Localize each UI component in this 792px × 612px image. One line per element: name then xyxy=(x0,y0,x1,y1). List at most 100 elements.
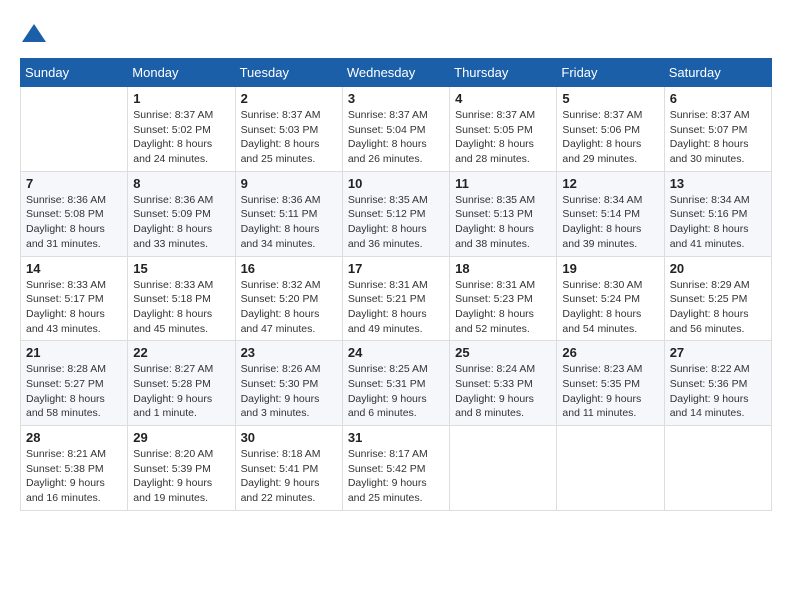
calendar-cell xyxy=(557,426,664,511)
day-number: 22 xyxy=(133,345,229,360)
calendar-cell xyxy=(450,426,557,511)
page-header xyxy=(20,20,772,48)
calendar-cell: 19Sunrise: 8:30 AMSunset: 5:24 PMDayligh… xyxy=(557,256,664,341)
day-number: 6 xyxy=(670,91,766,106)
day-number: 12 xyxy=(562,176,658,191)
day-header-wednesday: Wednesday xyxy=(342,59,449,87)
logo xyxy=(20,20,52,48)
day-info: Sunrise: 8:35 AMSunset: 5:13 PMDaylight:… xyxy=(455,193,551,252)
calendar-cell: 11 Sunrise: 8:35 AMSunset: 5:13 PMDayligh… xyxy=(450,171,557,256)
calendar-cell: 22 Sunrise: 8:27 AMSunset: 5:28 PMDayligh… xyxy=(128,341,235,426)
calendar-cell: 12 Sunrise: 8:34 AMSunset: 5:14 PMDayligh… xyxy=(557,171,664,256)
day-number: 31 xyxy=(348,430,444,445)
day-info: Sunrise: 8:37 AMSunset: 5:02 PMDaylight:… xyxy=(133,108,229,167)
calendar-cell: 8 Sunrise: 8:36 AMSunset: 5:09 PMDaylight… xyxy=(128,171,235,256)
calendar-cell: 25 Sunrise: 8:24 AMSunset: 5:33 PMDayligh… xyxy=(450,341,557,426)
day-info: Sunrise: 8:36 AMSunset: 5:09 PMDaylight:… xyxy=(133,193,229,252)
day-info: Sunrise: 8:34 AMSunset: 5:16 PMDaylight:… xyxy=(670,193,766,252)
day-info: Sunrise: 8:26 AMSunset: 5:30 PMDaylight:… xyxy=(241,362,337,421)
calendar-cell: 24 Sunrise: 8:25 AMSunset: 5:31 PMDayligh… xyxy=(342,341,449,426)
day-number: 15 xyxy=(133,261,229,276)
day-number: 17 xyxy=(348,261,444,276)
calendar-cell: 14Sunrise: 8:33 AMSunset: 5:17 PMDayligh… xyxy=(21,256,128,341)
calendar-cell: 9 Sunrise: 8:36 AMSunset: 5:11 PMDaylight… xyxy=(235,171,342,256)
calendar-cell: 3Sunrise: 8:37 AMSunset: 5:04 PMDaylight… xyxy=(342,87,449,172)
day-number: 29 xyxy=(133,430,229,445)
day-info: Sunrise: 8:37 AMSunset: 5:07 PMDaylight:… xyxy=(670,108,766,167)
day-number: 7 xyxy=(26,176,122,191)
day-number: 25 xyxy=(455,345,551,360)
calendar-cell: 7 Sunrise: 8:36 AMSunset: 5:08 PMDaylight… xyxy=(21,171,128,256)
calendar-cell: 29 Sunrise: 8:20 AMSunset: 5:39 PMDayligh… xyxy=(128,426,235,511)
day-info: Sunrise: 8:37 AMSunset: 5:06 PMDaylight:… xyxy=(562,108,658,167)
calendar-cell: 6 Sunrise: 8:37 AMSunset: 5:07 PMDaylight… xyxy=(664,87,771,172)
calendar-cell: 15 Sunrise: 8:33 AMSunset: 5:18 PMDayligh… xyxy=(128,256,235,341)
day-info: Sunrise: 8:36 AMSunset: 5:11 PMDaylight:… xyxy=(241,193,337,252)
day-number: 23 xyxy=(241,345,337,360)
week-row-3: 14Sunrise: 8:33 AMSunset: 5:17 PMDayligh… xyxy=(21,256,772,341)
day-header-friday: Friday xyxy=(557,59,664,87)
calendar-cell xyxy=(21,87,128,172)
calendar-cell: 18 Sunrise: 8:31 AMSunset: 5:23 PMDayligh… xyxy=(450,256,557,341)
day-info: Sunrise: 8:32 AMSunset: 5:20 PMDaylight:… xyxy=(241,278,337,337)
day-number: 2 xyxy=(241,91,337,106)
day-info: Sunrise: 8:23 AMSunset: 5:35 PMDaylight:… xyxy=(562,362,658,421)
day-info: Sunrise: 8:22 AMSunset: 5:36 PMDaylight:… xyxy=(670,362,766,421)
day-number: 5 xyxy=(562,91,658,106)
calendar-cell: 30Sunrise: 8:18 AMSunset: 5:41 PMDayligh… xyxy=(235,426,342,511)
calendar-cell: 13 Sunrise: 8:34 AMSunset: 5:16 PMDayligh… xyxy=(664,171,771,256)
day-number: 9 xyxy=(241,176,337,191)
day-number: 24 xyxy=(348,345,444,360)
day-info: Sunrise: 8:20 AMSunset: 5:39 PMDaylight:… xyxy=(133,447,229,506)
day-number: 13 xyxy=(670,176,766,191)
day-number: 26 xyxy=(562,345,658,360)
calendar-cell: 21Sunrise: 8:28 AMSunset: 5:27 PMDayligh… xyxy=(21,341,128,426)
day-info: Sunrise: 8:17 AMSunset: 5:42 PMDaylight:… xyxy=(348,447,444,506)
day-number: 19 xyxy=(562,261,658,276)
day-number: 3 xyxy=(348,91,444,106)
day-number: 4 xyxy=(455,91,551,106)
day-info: Sunrise: 8:37 AMSunset: 5:05 PMDaylight:… xyxy=(455,108,551,167)
day-info: Sunrise: 8:36 AMSunset: 5:08 PMDaylight:… xyxy=(26,193,122,252)
calendar-cell: 26 Sunrise: 8:23 AMSunset: 5:35 PMDayligh… xyxy=(557,341,664,426)
day-info: Sunrise: 8:28 AMSunset: 5:27 PMDaylight:… xyxy=(26,362,122,421)
calendar-cell: 4 Sunrise: 8:37 AMSunset: 5:05 PMDaylight… xyxy=(450,87,557,172)
day-info: Sunrise: 8:25 AMSunset: 5:31 PMDaylight:… xyxy=(348,362,444,421)
calendar-cell: 1Sunrise: 8:37 AMSunset: 5:02 PMDaylight… xyxy=(128,87,235,172)
day-info: Sunrise: 8:21 AMSunset: 5:38 PMDaylight:… xyxy=(26,447,122,506)
calendar-header-row: SundayMondayTuesdayWednesdayThursdayFrid… xyxy=(21,59,772,87)
day-header-monday: Monday xyxy=(128,59,235,87)
calendar-table: SundayMondayTuesdayWednesdayThursdayFrid… xyxy=(20,58,772,511)
day-header-saturday: Saturday xyxy=(664,59,771,87)
day-info: Sunrise: 8:27 AMSunset: 5:28 PMDaylight:… xyxy=(133,362,229,421)
calendar-cell: 20 Sunrise: 8:29 AMSunset: 5:25 PMDayligh… xyxy=(664,256,771,341)
week-row-1: 1Sunrise: 8:37 AMSunset: 5:02 PMDaylight… xyxy=(21,87,772,172)
calendar-cell: 16 Sunrise: 8:32 AMSunset: 5:20 PMDayligh… xyxy=(235,256,342,341)
day-number: 28 xyxy=(26,430,122,445)
calendar-cell: 27Sunrise: 8:22 AMSunset: 5:36 PMDayligh… xyxy=(664,341,771,426)
day-info: Sunrise: 8:35 AMSunset: 5:12 PMDaylight:… xyxy=(348,193,444,252)
day-info: Sunrise: 8:31 AMSunset: 5:21 PMDaylight:… xyxy=(348,278,444,337)
day-number: 16 xyxy=(241,261,337,276)
day-number: 8 xyxy=(133,176,229,191)
week-row-5: 28 Sunrise: 8:21 AMSunset: 5:38 PMDayligh… xyxy=(21,426,772,511)
calendar-cell: 28 Sunrise: 8:21 AMSunset: 5:38 PMDayligh… xyxy=(21,426,128,511)
calendar-cell: 5 Sunrise: 8:37 AMSunset: 5:06 PMDaylight… xyxy=(557,87,664,172)
week-row-2: 7 Sunrise: 8:36 AMSunset: 5:08 PMDaylight… xyxy=(21,171,772,256)
day-number: 18 xyxy=(455,261,551,276)
day-number: 11 xyxy=(455,176,551,191)
day-info: Sunrise: 8:33 AMSunset: 5:18 PMDaylight:… xyxy=(133,278,229,337)
day-info: Sunrise: 8:34 AMSunset: 5:14 PMDaylight:… xyxy=(562,193,658,252)
day-number: 10 xyxy=(348,176,444,191)
day-number: 20 xyxy=(670,261,766,276)
day-info: Sunrise: 8:29 AMSunset: 5:25 PMDaylight:… xyxy=(670,278,766,337)
week-row-4: 21Sunrise: 8:28 AMSunset: 5:27 PMDayligh… xyxy=(21,341,772,426)
day-header-tuesday: Tuesday xyxy=(235,59,342,87)
calendar-cell: 2Sunrise: 8:37 AMSunset: 5:03 PMDaylight… xyxy=(235,87,342,172)
day-info: Sunrise: 8:24 AMSunset: 5:33 PMDaylight:… xyxy=(455,362,551,421)
calendar-cell: 23 Sunrise: 8:26 AMSunset: 5:30 PMDayligh… xyxy=(235,341,342,426)
day-header-thursday: Thursday xyxy=(450,59,557,87)
day-number: 30 xyxy=(241,430,337,445)
day-info: Sunrise: 8:31 AMSunset: 5:23 PMDaylight:… xyxy=(455,278,551,337)
calendar-cell: 10 Sunrise: 8:35 AMSunset: 5:12 PMDayligh… xyxy=(342,171,449,256)
